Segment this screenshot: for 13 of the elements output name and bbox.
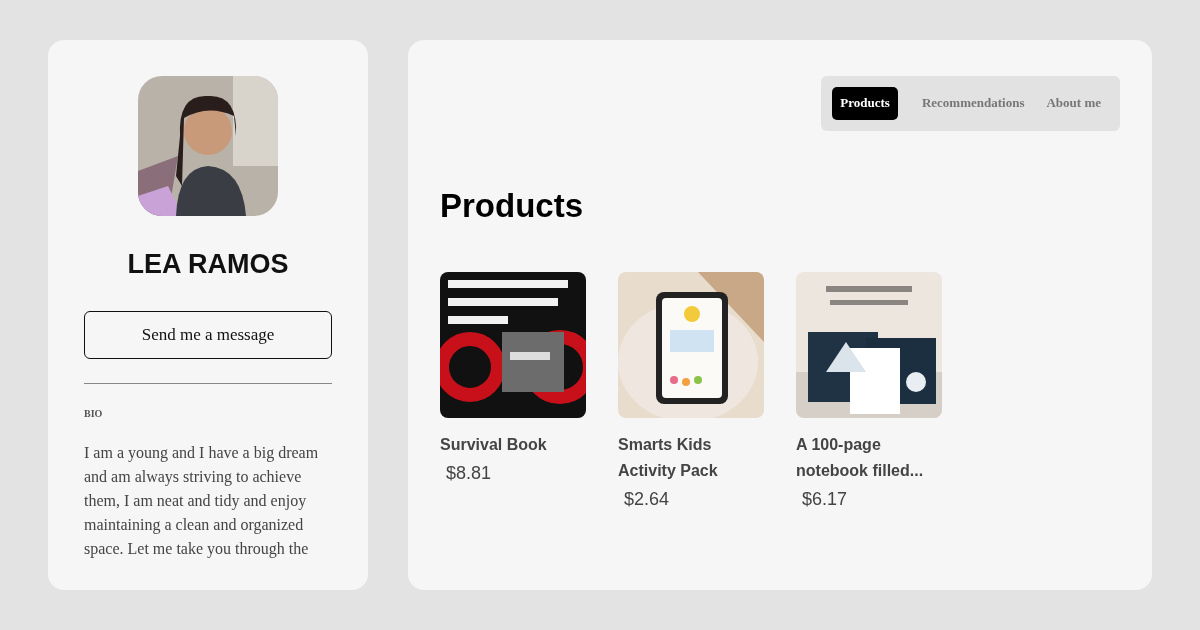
tab[interactable]: About me xyxy=(1038,87,1109,120)
product-title[interactable]: A 100-page notebook filled... xyxy=(796,432,942,484)
product-title[interactable]: Survival Book xyxy=(440,432,586,458)
product-price: $8.81 xyxy=(446,462,492,485)
product-price: $2.64 xyxy=(624,488,670,511)
bio-text: I am a young and I have a big dream and am always striving to achieve them, I am neat and tidy and enjoy maintaining a clean and organized space. Let me take you through the xyxy=(84,442,320,560)
message-button[interactable]: Send me a message xyxy=(84,310,332,359)
section-heading: Products xyxy=(440,185,585,226)
product-title[interactable]: Smarts Kids Activity Pack xyxy=(618,432,764,484)
product-price: $6.17 xyxy=(802,488,848,511)
bio-heading: BIO xyxy=(84,406,103,421)
profile-name: LEA RAMOS xyxy=(127,248,289,281)
tab[interactable]: Products xyxy=(832,87,898,120)
